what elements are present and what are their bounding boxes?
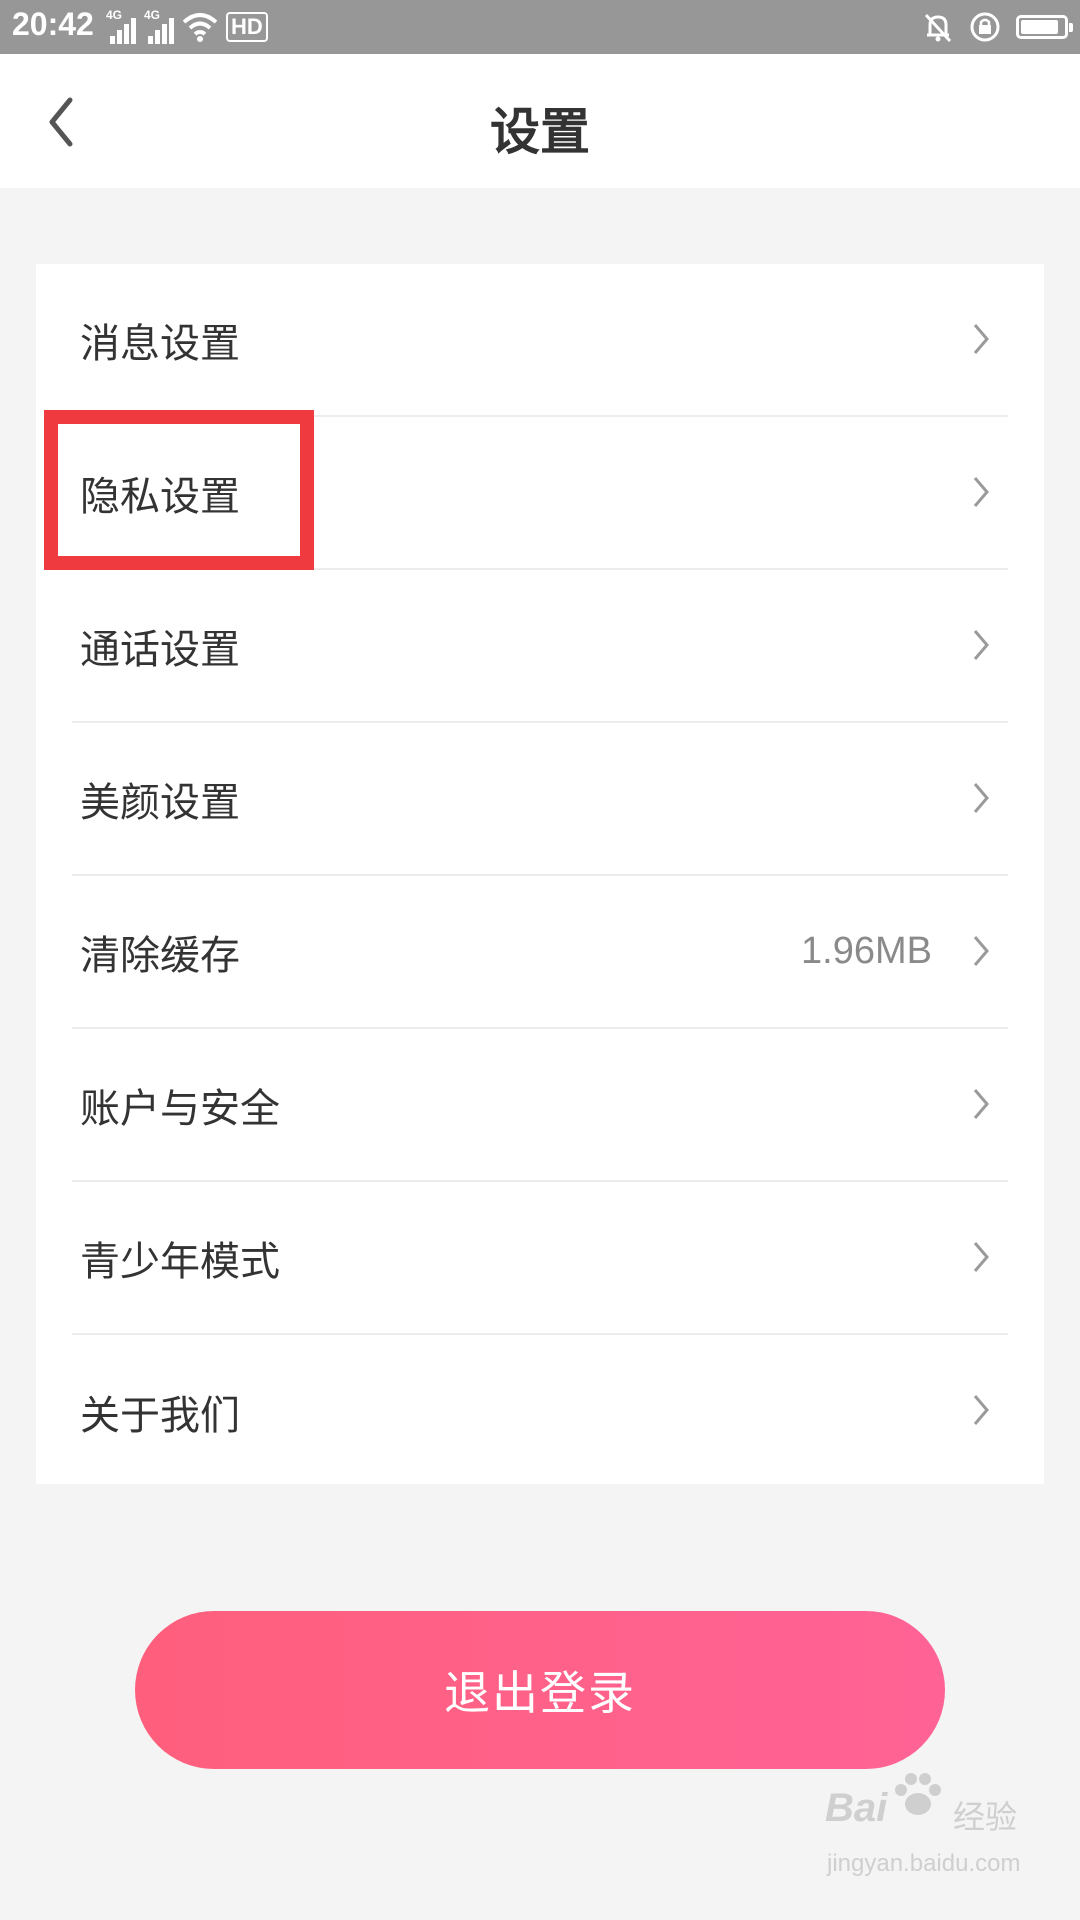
chevron-right-icon: [973, 477, 989, 507]
chevron-right-icon: [973, 630, 989, 660]
status-time: 20:42: [12, 6, 94, 42]
chevron-right-icon: [973, 1395, 989, 1425]
hd-voice-icon: HD: [226, 12, 268, 42]
settings-item-about[interactable]: 关于我们: [72, 1335, 1008, 1488]
settings-item-message[interactable]: 消息设置: [72, 264, 1008, 417]
paw-logo-icon: [895, 1773, 941, 1815]
settings-item-clear-cache[interactable]: 清除缓存 1.96MB: [72, 876, 1008, 1029]
watermark-brand: Bai: [825, 1786, 888, 1830]
chevron-right-icon: [973, 1089, 989, 1119]
signal-4g-icon: 4G: [106, 8, 136, 44]
settings-item-call[interactable]: 通话设置: [72, 570, 1008, 723]
logout-button[interactable]: 退出登录: [135, 1611, 945, 1769]
page-title: 设置: [490, 103, 590, 161]
baidu-jingyan-watermark: Bai 经验 jingyan.baidu.com: [825, 1770, 1025, 1900]
nav-bar: 设置: [0, 54, 1080, 188]
chevron-right-icon: [973, 936, 989, 966]
settings-item-label: 关于我们: [80, 1392, 240, 1439]
settings-item-label: 清除缓存: [80, 932, 240, 979]
watermark-brand-suffix: 经验: [953, 1798, 1018, 1836]
chevron-right-icon: [973, 783, 989, 813]
status-bar: 20:42 4G 4G HD: [0, 0, 1080, 54]
watermark-url: jingyan.baidu.com: [827, 1850, 1021, 1877]
settings-item-label: 通话设置: [80, 626, 240, 673]
status-left-icons: 4G 4G HD: [106, 8, 268, 46]
settings-item-label: 青少年模式: [80, 1238, 280, 1285]
highlight-annotation-box: [44, 410, 314, 570]
cache-size-value: 1.96MB: [801, 930, 932, 972]
settings-item-teen-mode[interactable]: 青少年模式: [72, 1182, 1008, 1335]
settings-item-label: 账户与安全: [80, 1085, 280, 1132]
wifi-icon: [182, 13, 218, 42]
signal-4g-icon: 4G: [144, 8, 174, 44]
battery-icon: [1016, 15, 1073, 39]
bell-muted-icon: [924, 13, 952, 43]
status-right-icons: [922, 8, 1073, 46]
settings-item-label: 美颜设置: [80, 779, 240, 826]
chevron-right-icon: [973, 1242, 989, 1272]
rotation-lock-icon: [970, 12, 1000, 42]
settings-item-account-security[interactable]: 账户与安全: [72, 1029, 1008, 1182]
chevron-right-icon: [973, 324, 989, 354]
settings-item-label: 消息设置: [80, 320, 240, 367]
settings-item-beauty[interactable]: 美颜设置: [72, 723, 1008, 876]
